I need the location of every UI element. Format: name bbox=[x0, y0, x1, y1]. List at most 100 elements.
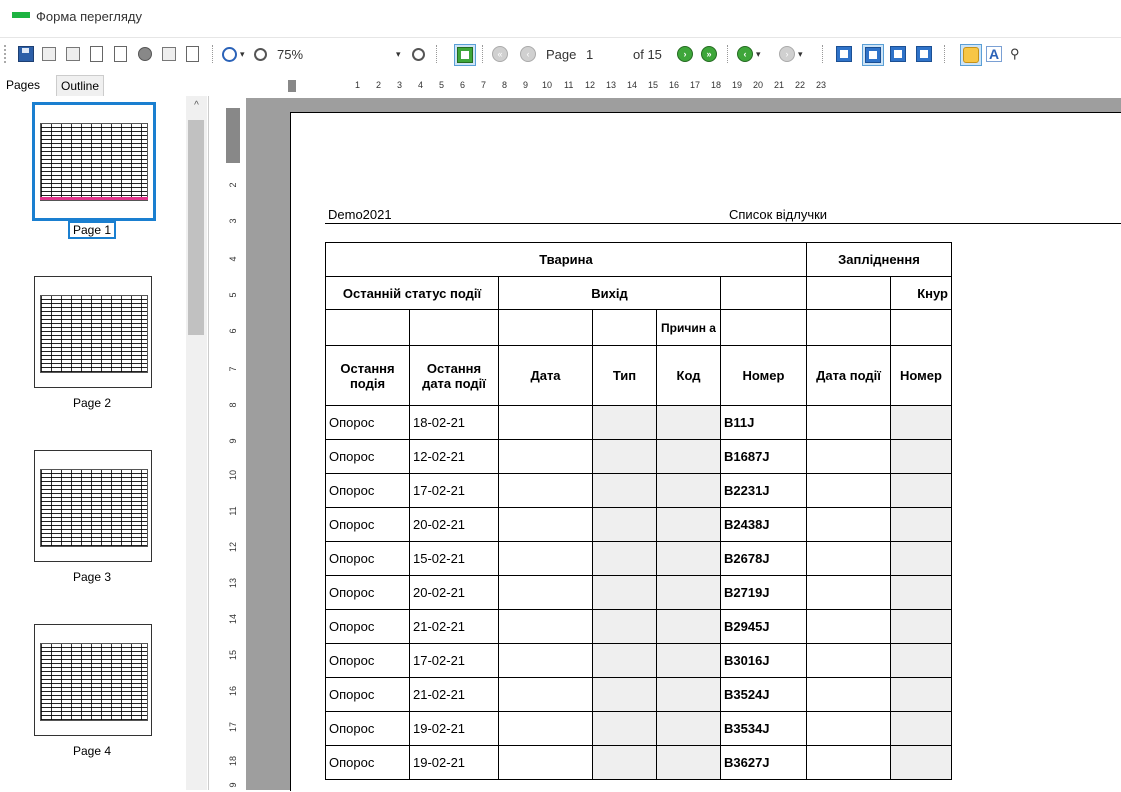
cell-last-date: 21-02-21 bbox=[409, 609, 499, 644]
subgroup-reason: Причин а bbox=[656, 309, 721, 346]
cell-number: B3534J bbox=[720, 711, 807, 746]
scroll-up-icon[interactable]: ^ bbox=[186, 100, 207, 116]
page-thumbnail-label[interactable]: Page 4 bbox=[32, 744, 152, 758]
empty-cell bbox=[890, 309, 952, 346]
cell-number: B3524J bbox=[720, 677, 807, 712]
last-page-icon: » bbox=[701, 46, 717, 62]
ruler-tick: 14 bbox=[228, 614, 238, 625]
hand-tool-button[interactable] bbox=[960, 44, 982, 66]
ruler-tick: 7 bbox=[481, 80, 487, 90]
chevron-down-icon: ▾ bbox=[756, 48, 761, 59]
empty-cell bbox=[592, 309, 657, 346]
cell-last-date: 19-02-21 bbox=[409, 745, 499, 780]
cell-exit-date bbox=[498, 541, 593, 576]
pages-panel: Page 1 Page 2 Page 3 Page 4 bbox=[0, 96, 209, 790]
app-icon bbox=[12, 12, 30, 18]
cell-exit-type bbox=[592, 473, 657, 508]
ruler-tick: 7 bbox=[228, 366, 238, 372]
cell-exit-type bbox=[592, 609, 657, 644]
cell-reason-code bbox=[656, 575, 721, 610]
cell-exit-type bbox=[592, 439, 657, 474]
multi-page-icon bbox=[890, 46, 906, 62]
ruler-tick: 23 bbox=[816, 80, 827, 90]
title-bar: Форма перегляду bbox=[0, 0, 1121, 36]
blank-button[interactable] bbox=[66, 44, 80, 64]
two-page-button[interactable] bbox=[862, 44, 884, 66]
page-thumbnail-label[interactable]: Page 2 bbox=[32, 396, 152, 410]
cell-last-date: 21-02-21 bbox=[409, 677, 499, 712]
find-button[interactable]: ⚲ bbox=[1010, 44, 1020, 64]
page-thumbnail[interactable] bbox=[34, 624, 152, 736]
page-icon bbox=[90, 46, 103, 62]
zoom-in-button[interactable] bbox=[412, 44, 425, 64]
page-button[interactable] bbox=[90, 44, 103, 64]
find-icon: ⚲ bbox=[1010, 46, 1020, 61]
tab-pages[interactable]: Pages bbox=[2, 75, 45, 95]
cell-last-date: 12-02-21 bbox=[409, 439, 499, 474]
text-select-button[interactable]: A bbox=[986, 44, 1002, 64]
report-table: Тварина Запліднення Останній статус поді… bbox=[325, 242, 952, 780]
cell-boar-number bbox=[890, 643, 952, 678]
ruler-tick: 14 bbox=[627, 80, 638, 90]
zoom-out-button[interactable] bbox=[254, 44, 267, 64]
back-icon: ‹ bbox=[737, 46, 753, 62]
zoom-select[interactable]: 75% bbox=[277, 44, 337, 64]
group-header-animal: Тварина bbox=[325, 242, 807, 277]
cell-boar-number bbox=[890, 575, 952, 610]
cell-last-event: Опорос bbox=[325, 677, 410, 712]
print-button[interactable] bbox=[162, 44, 176, 64]
cell-number: B2945J bbox=[720, 609, 807, 644]
cell-number: B2678J bbox=[720, 541, 807, 576]
page-thumbnail[interactable] bbox=[32, 102, 156, 221]
last-page-button[interactable]: » bbox=[701, 44, 717, 64]
tab-outline[interactable]: Outline bbox=[56, 75, 105, 97]
empty-cell bbox=[806, 309, 891, 346]
page-thumbnail[interactable] bbox=[34, 450, 152, 562]
cell-exit-date bbox=[498, 711, 593, 746]
zoom-dropdown[interactable]: ▾ bbox=[396, 44, 401, 64]
grid-page-button[interactable] bbox=[916, 44, 932, 64]
cell-boar-number bbox=[890, 473, 952, 508]
page-setup-button[interactable] bbox=[114, 44, 127, 64]
scrollbar-thumb[interactable] bbox=[188, 120, 204, 335]
save-button[interactable] bbox=[18, 44, 34, 64]
page-thumbnail[interactable] bbox=[34, 276, 152, 388]
toolbar-grip[interactable] bbox=[4, 45, 9, 63]
back-button[interactable]: ‹ ▾ bbox=[737, 44, 761, 64]
cell-exit-type bbox=[592, 643, 657, 678]
page-number-input[interactable]: 1 bbox=[586, 44, 622, 64]
first-page-button[interactable]: « bbox=[492, 44, 508, 64]
next-page-button[interactable]: › bbox=[677, 44, 693, 64]
export-button[interactable] bbox=[186, 44, 199, 64]
ruler-tick: 13 bbox=[606, 80, 617, 90]
record-button[interactable] bbox=[138, 44, 152, 64]
ruler-tick: 4 bbox=[228, 256, 238, 262]
multi-page-button[interactable] bbox=[890, 44, 906, 64]
forward-button[interactable]: › ▾ bbox=[779, 44, 803, 64]
page-thumbnail-label[interactable]: Page 1 bbox=[32, 221, 152, 239]
thumbnails-button[interactable] bbox=[454, 44, 476, 66]
ruler-tick: 16 bbox=[228, 686, 238, 697]
cell-reason-code bbox=[656, 711, 721, 746]
cell-reason-code bbox=[656, 473, 721, 508]
table-row: Опорос 17-02-21 B3016J bbox=[325, 643, 952, 678]
empty-cell bbox=[806, 276, 891, 310]
toolbar-separator bbox=[482, 45, 484, 63]
chevron-down-icon: ▾ bbox=[396, 48, 401, 59]
ruler-margin-marker bbox=[226, 108, 240, 163]
ruler-tick: 10 bbox=[228, 470, 238, 481]
open-button[interactable] bbox=[42, 44, 56, 64]
ruler-tick: 3 bbox=[228, 218, 238, 224]
ruler-tick: 17 bbox=[228, 722, 238, 733]
cell-last-event: Опорос bbox=[325, 439, 410, 474]
empty-cell bbox=[325, 309, 410, 346]
zoom-button[interactable]: ▾ bbox=[222, 44, 245, 64]
cell-event-date bbox=[806, 677, 891, 712]
page-thumbnail-label[interactable]: Page 3 bbox=[32, 570, 152, 584]
cell-exit-date bbox=[498, 439, 593, 474]
prev-page-button[interactable]: ‹ bbox=[520, 44, 536, 64]
horizontal-ruler: 1 2 3 4 5 6 7 8 9 10 11 12 13 14 15 16 1… bbox=[288, 72, 1121, 96]
single-page-button[interactable] bbox=[836, 44, 852, 64]
cell-exit-date bbox=[498, 745, 593, 780]
cell-number: B2231J bbox=[720, 473, 807, 508]
